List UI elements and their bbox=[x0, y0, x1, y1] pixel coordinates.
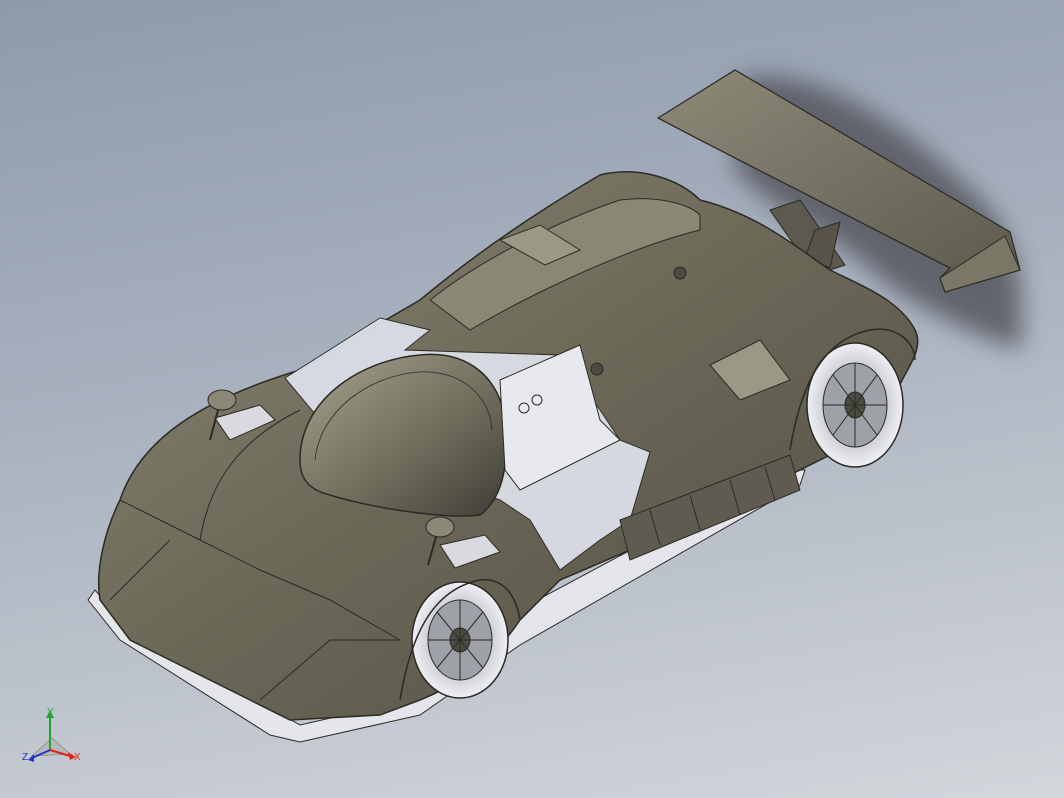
z-axis-arrow bbox=[28, 754, 34, 762]
y-axis-label: Y bbox=[47, 707, 54, 718]
x-axis-label: X bbox=[74, 752, 81, 763]
z-axis-label: Z bbox=[22, 752, 28, 763]
front-wheel[interactable] bbox=[411, 581, 509, 699]
view-orientation-triad: Y X Z bbox=[22, 707, 81, 763]
car-model[interactable] bbox=[0, 0, 1064, 798]
fuel-cap bbox=[590, 362, 604, 376]
graphics-viewport[interactable]: Y X Z bbox=[0, 0, 1064, 798]
